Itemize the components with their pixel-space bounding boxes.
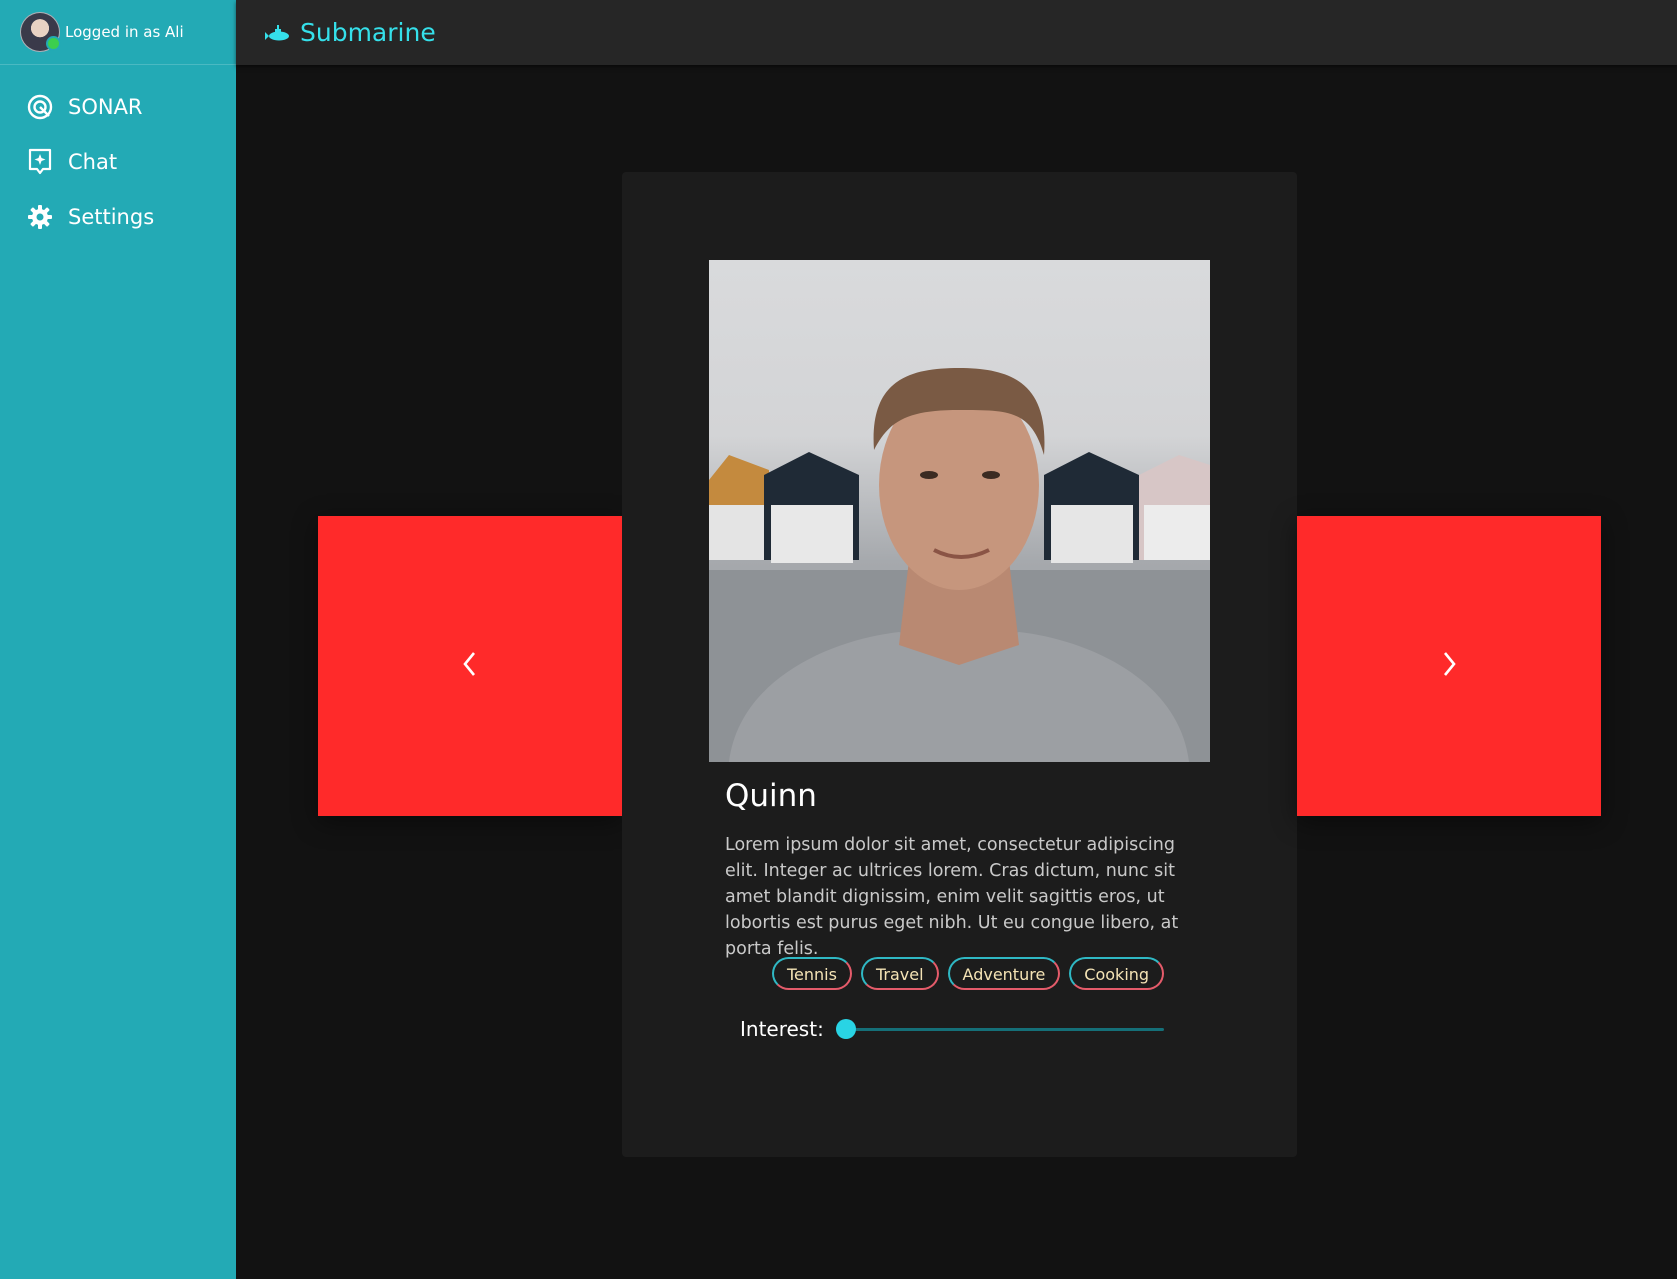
- chevron-left-icon: [460, 650, 480, 682]
- interest-slider[interactable]: [835, 1019, 1164, 1039]
- online-status-indicator: [46, 36, 61, 51]
- tag-travel[interactable]: Travel: [860, 957, 939, 990]
- header-bar: Submarine: [236, 0, 1677, 65]
- sidebar-nav: SONAR Chat Settings: [0, 79, 236, 244]
- tag-tennis[interactable]: Tennis: [772, 957, 852, 990]
- chevron-right-icon: [1439, 650, 1459, 682]
- gear-icon: [26, 203, 54, 231]
- sidebar-item-label: Chat: [68, 149, 118, 174]
- profile-card: Quinn Lorem ipsum dolor sit amet, consec…: [622, 172, 1297, 1157]
- user-info[interactable]: Logged in as Ali: [0, 0, 236, 65]
- app-title[interactable]: Submarine: [300, 18, 436, 47]
- interest-label: Interest:: [740, 1017, 824, 1041]
- sidebar-item-label: Settings: [68, 204, 155, 229]
- submarine-icon: [264, 23, 290, 43]
- logged-in-label: Logged in as Ali: [65, 23, 184, 41]
- sidebar: Logged in as Ali SONAR Chat Settings: [0, 0, 236, 1279]
- target-icon: [26, 93, 54, 121]
- interest-slider-thumb[interactable]: [835, 1019, 856, 1039]
- interest-tags: Tennis Travel Adventure Cooking: [772, 957, 1165, 990]
- profile-bio: Lorem ipsum dolor sit amet, consectetur …: [725, 835, 1179, 959]
- interest-slider-track[interactable]: [835, 1028, 1164, 1031]
- sidebar-item-label: SONAR: [68, 94, 143, 119]
- sidebar-item-settings[interactable]: Settings: [0, 189, 236, 244]
- previous-profile-button[interactable]: [318, 516, 622, 816]
- sidebar-item-chat[interactable]: Chat: [0, 134, 236, 189]
- next-profile-button[interactable]: [1297, 516, 1601, 816]
- profile-name: Quinn: [725, 778, 817, 814]
- tag-cooking[interactable]: Cooking: [1069, 957, 1165, 990]
- tag-adventure[interactable]: Adventure: [947, 957, 1061, 990]
- avatar: [20, 12, 61, 52]
- sidebar-item-sonar[interactable]: SONAR: [0, 79, 236, 134]
- profile-photo: [709, 260, 1210, 762]
- interest-control: Interest:: [740, 1017, 1164, 1041]
- chat-icon: [26, 148, 54, 176]
